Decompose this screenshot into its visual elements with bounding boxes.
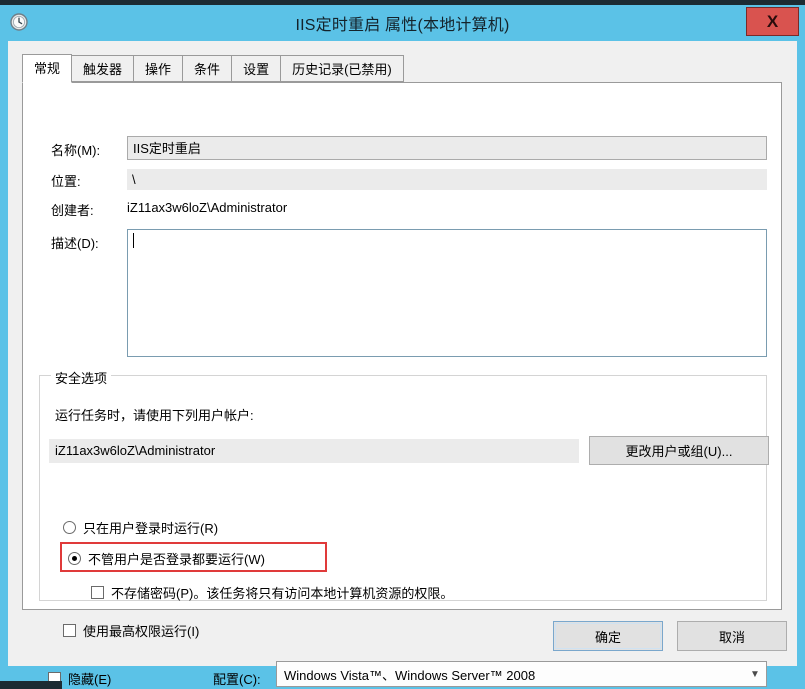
user-account-value: iZ11ax3w6loZ\Administrator (49, 439, 579, 463)
security-description: 运行任务时，请使用下列用户帐户: (55, 408, 254, 423)
checkbox-run-with-highest-privileges[interactable]: 使用最高权限运行(I) (63, 621, 199, 640)
radio-run-only-when-logged-on[interactable]: 只在用户登录时运行(R) (63, 518, 218, 537)
configure-label: 配置(C): (213, 672, 261, 687)
configure-select[interactable]: Windows Vista™、Windows Server™ 2008 ▼ (276, 661, 767, 687)
general-tab-panel: 名称(M): IIS定时重启 位置: \ 创建者: iZ11ax3w6loZ\A… (22, 82, 782, 687)
background-window-edge (0, 681, 62, 689)
security-options-title: 安全选项 (51, 368, 112, 387)
checkbox-icon (63, 624, 76, 637)
checkbox-do-not-store-password[interactable]: 不存储密码(P)。该任务将只有访问本地计算机资源的权限。 (91, 583, 453, 602)
tab-settings[interactable]: 设置 (231, 55, 282, 82)
chevron-down-icon: ▼ (750, 668, 760, 680)
cancel-button[interactable]: 取消 (677, 621, 787, 651)
checkbox-label: 不存储密码(P)。该任务将只有访问本地计算机资源的权限。 (111, 586, 454, 601)
tab-triggers[interactable]: 触发器 (71, 55, 135, 82)
task-properties-window: IIS定时重启 属性(本地计算机) X 常规 触发器 操作 条件 设置 历史记录… (0, 0, 805, 689)
tab-actions[interactable]: 操作 (133, 55, 184, 82)
tab-general[interactable]: 常规 (22, 54, 73, 83)
tab-conditions[interactable]: 条件 (182, 55, 233, 82)
radio-label: 只在用户登录时运行(R) (83, 521, 219, 536)
window-title: IIS定时重启 属性(本地计算机) (295, 17, 510, 34)
checkbox-label: 隐藏(E) (68, 672, 112, 687)
configure-selected-value: Windows Vista™、Windows Server™ 2008 (284, 667, 536, 683)
checkbox-label: 使用最高权限运行(I) (83, 624, 200, 639)
name-input[interactable]: IIS定时重启 (127, 136, 767, 160)
radio-icon (63, 521, 76, 534)
change-user-or-group-button[interactable]: 更改用户或组(U)... (589, 436, 769, 465)
checkbox-icon (91, 586, 104, 599)
close-button[interactable]: X (746, 7, 799, 36)
location-value: \ (127, 169, 767, 190)
name-label: 名称(M): (51, 143, 101, 158)
description-input[interactable] (127, 229, 767, 357)
text-caret (133, 233, 134, 248)
close-icon: X (766, 12, 779, 31)
radio-run-whether-user-logged-on[interactable]: 不管用户是否登录都要运行(W) (68, 549, 265, 568)
tab-strip: 常规 触发器 操作 条件 设置 历史记录(已禁用) (22, 54, 782, 83)
properties-dialog: 常规 触发器 操作 条件 设置 历史记录(已禁用) 名称(M): IIS定时重启… (8, 41, 797, 687)
author-label: 创建者: (51, 203, 94, 218)
radio-selected-icon (68, 552, 81, 565)
ok-button[interactable]: 确定 (553, 621, 663, 651)
description-label: 描述(D): (51, 236, 99, 251)
tab-history[interactable]: 历史记录(已禁用) (280, 55, 404, 82)
author-value: iZ11ax3w6loZ\Administrator (127, 200, 288, 215)
location-label: 位置: (51, 174, 81, 189)
radio-label: 不管用户是否登录都要运行(W) (88, 552, 265, 567)
title-bar: IIS定时重启 属性(本地计算机) X (0, 5, 805, 39)
